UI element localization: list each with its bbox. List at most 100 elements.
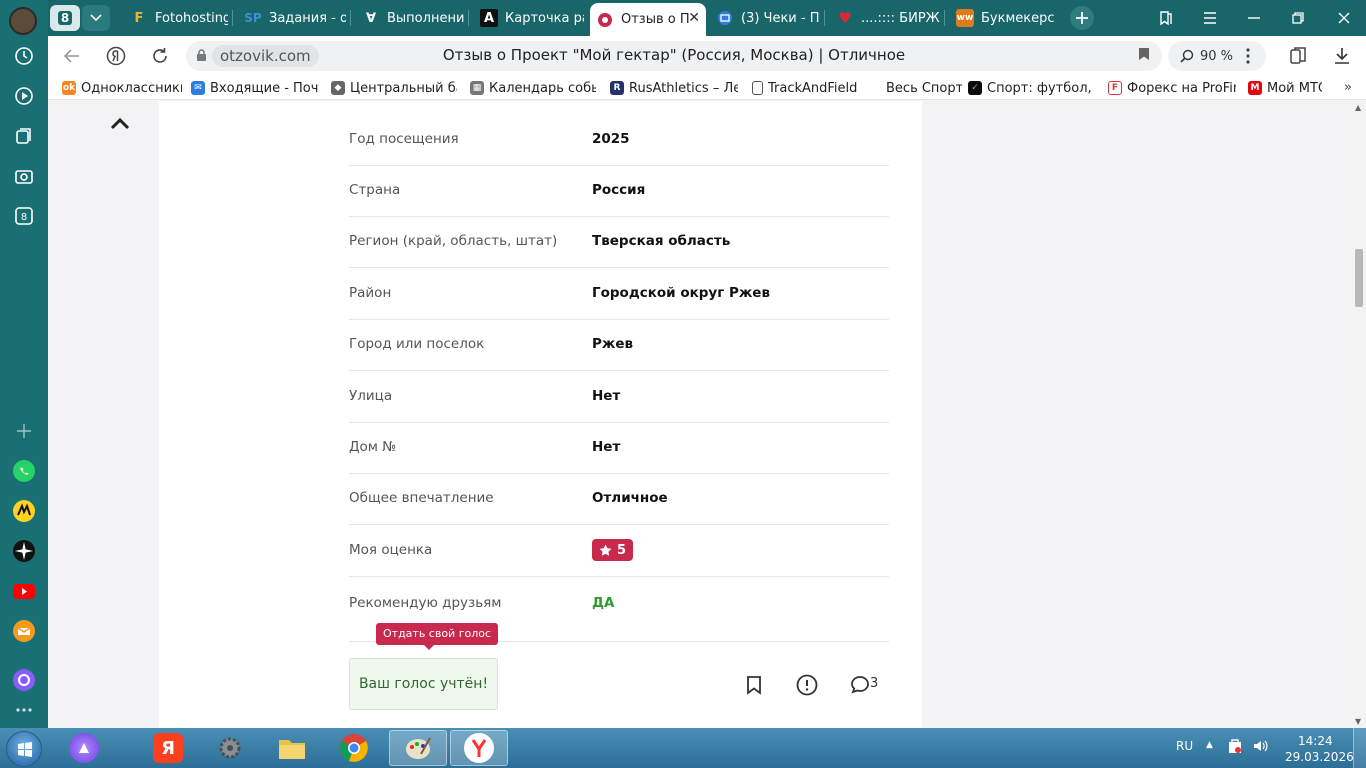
tab-count-button[interactable]: 8	[50, 5, 80, 31]
scroll-to-top-button[interactable]	[110, 111, 130, 135]
taskbar-explorer[interactable]	[266, 730, 318, 766]
mail-icon	[716, 9, 734, 27]
bookmark-mail-inbox[interactable]: ✉ Входящие - Почта	[191, 79, 319, 97]
rating-value: 5	[617, 542, 627, 558]
back-button[interactable]	[60, 44, 84, 68]
collections-button[interactable]	[1286, 44, 1310, 68]
tab-kartochka[interactable]: A Карточка ра	[474, 3, 584, 33]
more-icon[interactable]	[12, 698, 36, 722]
youtube-icon[interactable]	[12, 579, 36, 603]
bookmark-label: TrackAndField	[768, 80, 858, 96]
tab-birzha[interactable]: ♥ ....:::: БИРЖА	[830, 3, 940, 33]
show-desktop-button[interactable]	[1353, 728, 1366, 768]
tab-fotohosting[interactable]: F Fotohosting	[124, 3, 228, 33]
menu-button[interactable]	[1198, 6, 1222, 30]
tabs-count-icon[interactable]: 8	[12, 204, 36, 228]
screenshot-icon[interactable]	[12, 164, 36, 188]
bookmark-rusathletics[interactable]: R RusAthletics – Ле	[610, 79, 738, 97]
comment-icon[interactable]	[848, 673, 872, 697]
review-row-district: Район Городской округ Ржев	[349, 269, 889, 320]
bookmarks-panel-button[interactable]	[1154, 6, 1178, 30]
bookmark-central-bank[interactable]: ◆ Центральный бан	[331, 79, 457, 97]
downloads-button[interactable]	[1330, 44, 1354, 68]
yandex-market-icon[interactable]	[12, 499, 36, 523]
tab-label: ....:::: БИРЖА	[861, 10, 940, 26]
network-icon[interactable]	[1228, 738, 1242, 757]
close-window-button[interactable]	[1332, 6, 1356, 30]
tab-label: Карточка ра	[505, 10, 584, 26]
reload-button[interactable]	[148, 44, 172, 68]
row-label: Общее впечатление	[349, 490, 494, 506]
vote-button[interactable]: Ваш голос учтён!	[349, 658, 498, 710]
bookmark-forex-profinance[interactable]: F Форекс на ProFina	[1108, 79, 1236, 97]
palette-icon	[403, 733, 433, 763]
bookmark-icon[interactable]	[1138, 47, 1150, 65]
odnoklassniki-icon: ok	[62, 81, 76, 95]
media-play-icon[interactable]	[12, 84, 36, 108]
taskbar-chrome[interactable]	[328, 730, 380, 766]
scrollbar-thumb[interactable]	[1355, 249, 1363, 307]
zoom-icon	[1180, 49, 1194, 63]
tray-expand-icon[interactable]: ▲	[1206, 740, 1213, 750]
yandex-home-button[interactable]	[104, 44, 128, 68]
minimize-icon	[1248, 17, 1260, 19]
taskbar-settings[interactable]	[204, 730, 256, 766]
tab-bar: 8 F Fotohosting SP Задания - of ∀ Выполнени…	[48, 0, 1366, 36]
download-icon	[1335, 48, 1349, 64]
clock-date[interactable]: 29.03.2026	[1285, 750, 1354, 764]
add-icon[interactable]	[12, 419, 36, 443]
new-tab-button[interactable]	[1070, 6, 1094, 30]
page-scrollbar[interactable]: ▲ ▼	[1352, 101, 1366, 728]
row-value: Нет	[592, 439, 621, 455]
report-icon[interactable]	[795, 673, 819, 697]
bookmark-trackandfield[interactable]: TrackAndField	[752, 79, 864, 97]
bookmark-icon[interactable]	[742, 673, 766, 697]
row-label: Дом №	[349, 439, 397, 455]
tab-bukmekerskie[interactable]: ww Букмекерск	[950, 3, 1054, 33]
volume-icon[interactable]	[1252, 738, 1268, 757]
address-bar[interactable]: otzovik.com Отзыв о Проект "Мой гектар" …	[186, 41, 1162, 71]
zoom-level: 90 %	[1200, 48, 1234, 64]
clock-time[interactable]: 14:24	[1298, 734, 1333, 748]
bookmark-sport-football[interactable]: ✓ Спорт: футбол, хо	[968, 79, 1096, 97]
tab-vypolnenie[interactable]: ∀ Выполнени	[356, 3, 464, 33]
bookmark-calendar[interactable]: ▦ Календарь событ	[470, 79, 596, 97]
taskbar-paint[interactable]	[389, 730, 447, 766]
bookmarks-overflow-icon[interactable]: »	[1344, 80, 1352, 95]
scroll-up-arrow-icon[interactable]: ▲	[1355, 103, 1361, 112]
vote-tooltip: Отдать свой голос	[376, 623, 499, 650]
windows-taskbar: Я RU ▲ 14:24 29.03.2026	[0, 728, 1366, 768]
more-options-button[interactable]	[1236, 44, 1260, 68]
bookmark-ves-sport[interactable]: Весь Спорт	[886, 79, 962, 97]
alice-icon[interactable]	[12, 668, 36, 692]
profile-avatar[interactable]	[9, 7, 37, 35]
restore-button[interactable]	[1286, 6, 1310, 30]
language-indicator[interactable]: RU	[1176, 739, 1193, 753]
tab-cheki[interactable]: (3) Чеки - П	[710, 3, 820, 33]
comment-count: 3	[870, 676, 879, 691]
compass-icon[interactable]	[12, 539, 36, 563]
mail-icon[interactable]	[12, 619, 36, 643]
bank-icon: ◆	[331, 81, 345, 95]
tab-otzovik-active[interactable]: Отзыв о П ✕	[590, 3, 706, 36]
bookmark-moy-mts[interactable]: M Мой МТС	[1248, 79, 1322, 97]
row-label: Город или поселок	[349, 336, 485, 352]
tab-zadaniya[interactable]: SP Задания - of	[238, 3, 346, 33]
taskbar-yandex[interactable]: Я	[142, 730, 194, 766]
minimize-button[interactable]	[1242, 6, 1266, 30]
whatsapp-icon[interactable]	[12, 459, 36, 483]
taskbar-alice[interactable]	[58, 730, 110, 766]
tab-list-button[interactable]	[82, 5, 110, 31]
forall-icon: ∀	[365, 10, 377, 26]
bookmark-odnoklassniki[interactable]: ok Одноклассники	[62, 79, 182, 97]
close-icon[interactable]: ✕	[688, 10, 700, 26]
history-icon[interactable]	[12, 44, 36, 68]
bookmark-label: Форекс на ProFina	[1127, 80, 1236, 96]
start-button[interactable]	[6, 731, 42, 767]
review-row-region: Регион (край, область, штат) Тверская об…	[349, 217, 889, 268]
svg-text:8: 8	[21, 212, 27, 223]
collections-icon[interactable]	[12, 124, 36, 148]
review-row-impression: Общее впечатление Отличное	[349, 474, 889, 525]
taskbar-yandex-browser[interactable]	[450, 730, 508, 766]
scroll-down-arrow-icon[interactable]: ▼	[1355, 717, 1361, 726]
